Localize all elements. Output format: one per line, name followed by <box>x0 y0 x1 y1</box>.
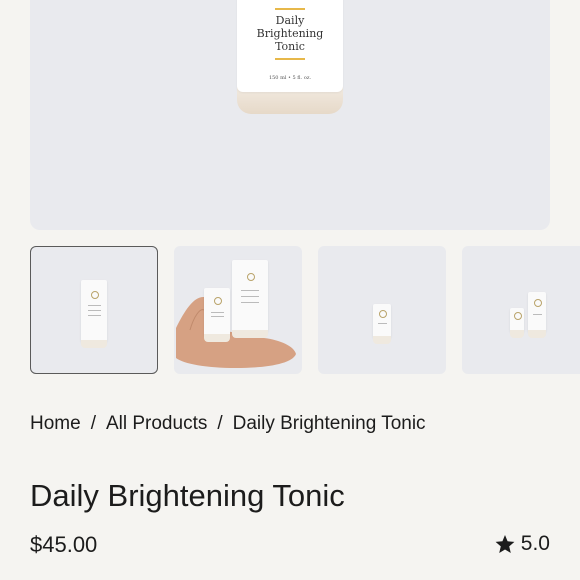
rating-value: 5.0 <box>520 532 550 555</box>
label-accent-line-top <box>275 8 305 10</box>
thumbnail-gallery <box>30 246 580 376</box>
product-title: Daily Brightening Tonic <box>30 478 345 513</box>
label-rule <box>210 312 224 313</box>
star-icon <box>495 534 515 553</box>
large-bottle <box>232 260 268 338</box>
thumbnail-2[interactable] <box>174 246 302 374</box>
label-rule <box>532 314 542 315</box>
breadcrumb: Home / All Products / Daily Brightening Toni… <box>30 413 426 435</box>
logo-mark <box>379 310 387 319</box>
main-product-image[interactable]: Daily Brightening Tonic 150 ml • 5 fl. o… <box>30 0 550 230</box>
thumbnail-3[interactable] <box>318 246 446 374</box>
small-bottle <box>204 288 230 342</box>
thumbnail-1[interactable] <box>30 246 158 374</box>
bottle-size-text: 150 ml • 5 fl. oz. <box>268 75 312 81</box>
label-rule <box>87 309 101 311</box>
label-rule <box>87 304 101 306</box>
breadcrumb-separator: / <box>90 413 96 434</box>
breadcrumb-separator: / <box>217 413 223 434</box>
label-line-3: Tonic <box>275 40 305 53</box>
label-rule <box>210 315 224 317</box>
label-rule <box>241 290 259 292</box>
logo-mark <box>247 272 255 281</box>
thumbnail-bottle <box>81 280 107 348</box>
product-price: $45.00 <box>30 532 98 557</box>
logo-mark <box>514 312 522 321</box>
label-rule <box>241 296 259 297</box>
breadcrumb-all-products-link[interactable]: All Products <box>106 413 207 434</box>
label-rule <box>241 301 259 303</box>
thumbnail-bottle <box>373 304 391 344</box>
logo-mark <box>91 291 99 300</box>
product-page: Daily Brightening Tonic 150 ml • 5 fl. o… <box>0 0 580 580</box>
label-line-2: Brightening <box>256 27 324 40</box>
label-accent-line-bottom <box>275 58 305 60</box>
label-rule <box>377 322 387 324</box>
thumbnail-4[interactable] <box>462 246 580 374</box>
small-bottle <box>510 308 524 338</box>
bottle-label-text: Daily Brightening Tonic <box>237 14 343 53</box>
large-bottle <box>528 292 546 338</box>
label-line-1: Daily <box>275 14 305 27</box>
breadcrumb-current-page: Daily Brightening Tonic <box>232 413 426 434</box>
bottle-image: Daily Brightening Tonic 150 ml • 5 fl. o… <box>237 0 343 114</box>
product-rating[interactable]: 5.0 <box>495 532 550 556</box>
breadcrumb-home-link[interactable]: Home <box>30 413 81 434</box>
label-rule <box>87 314 101 316</box>
logo-mark <box>534 299 542 308</box>
logo-mark <box>214 296 222 305</box>
